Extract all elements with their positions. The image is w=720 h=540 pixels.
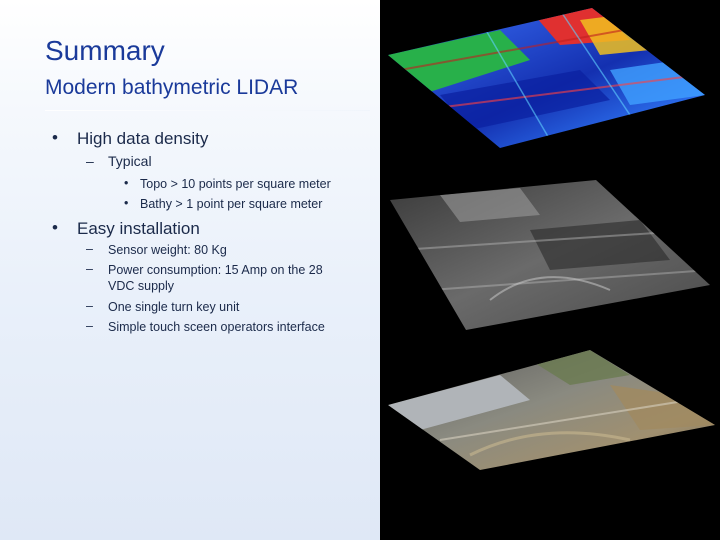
- aerial-orthophoto-image: [388, 350, 715, 470]
- bullet-marker: •: [52, 128, 58, 147]
- lidar-intensity-grayscale-image: [390, 180, 710, 330]
- lidar-images: [388, 8, 715, 470]
- item-turn-key-unit: One single turn key unit: [108, 300, 240, 314]
- dash-marker: –: [86, 319, 93, 333]
- slide-title: Summary: [45, 35, 165, 66]
- item-power-consumption: Power consumption: 15 Amp on the 28: [108, 263, 323, 277]
- item-power-consumption-cont: VDC supply: [108, 279, 174, 293]
- detail-topo-density: Topo > 10 points per square meter: [140, 177, 331, 191]
- dash-marker: –: [86, 242, 93, 256]
- slide: Summary Modern bathymetric LIDAR • High …: [0, 0, 720, 540]
- bullet-marker: •: [124, 196, 129, 210]
- subbullet-typical: Typical: [108, 153, 152, 169]
- lidar-elevation-color-map-image: [388, 8, 705, 148]
- bullet-marker: •: [52, 218, 58, 237]
- slide-subtitle: Modern bathymetric LIDAR: [45, 76, 299, 99]
- bullet-easy-installation: Easy installation: [77, 219, 200, 238]
- bullet-high-data-density: High data density: [77, 129, 209, 148]
- bullet-marker: •: [124, 176, 129, 190]
- dash-marker: –: [86, 153, 94, 169]
- dash-marker: –: [86, 262, 93, 276]
- item-sensor-weight: Sensor weight: 80 Kg: [108, 243, 227, 257]
- title-divider: [45, 110, 370, 111]
- dash-marker: –: [86, 299, 93, 313]
- item-touch-screen-interface: Simple touch sceen operators interface: [108, 320, 325, 334]
- detail-bathy-density: Bathy > 1 point per square meter: [140, 197, 323, 211]
